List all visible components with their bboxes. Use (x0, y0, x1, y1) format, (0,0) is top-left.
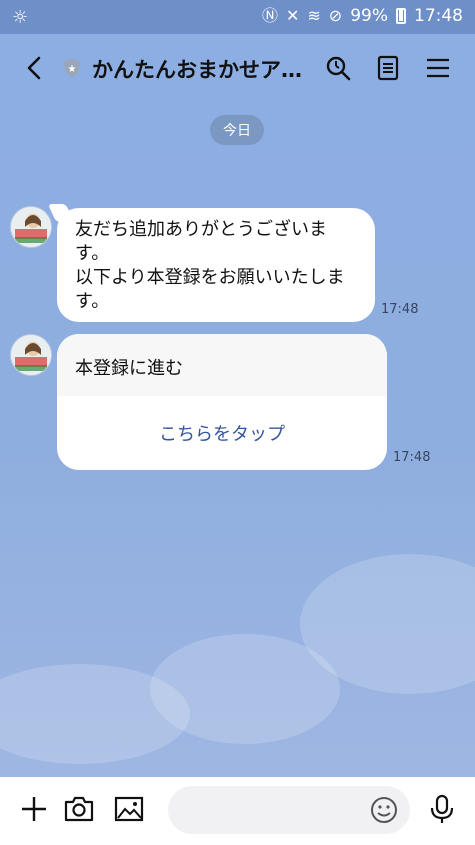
message-input[interactable] (168, 786, 410, 834)
message-time: 17:48 (393, 450, 431, 465)
notes-button[interactable] (372, 52, 404, 84)
status-bar: ☼ Ⓝ ✕ ≋ ⊘ 99% 17:48 (0, 0, 475, 34)
microphone-button[interactable] (424, 791, 460, 827)
do-not-disturb-icon: ⊘ (328, 6, 343, 25)
chat-title: かんたんおまかせア… (92, 58, 302, 82)
avatar-image (11, 335, 51, 375)
emoji-smile-icon (371, 797, 397, 823)
avatar[interactable] (10, 334, 52, 376)
photo-button[interactable] (111, 791, 147, 827)
shield-star-icon: ★ (62, 58, 82, 78)
menu-button[interactable] (422, 52, 454, 84)
chevron-left-icon (27, 56, 41, 80)
camera-icon (64, 796, 94, 822)
avatar[interactable] (10, 206, 52, 248)
clock: 17:48 (414, 6, 463, 26)
hamburger-menu-icon (427, 58, 449, 78)
camera-button[interactable] (61, 791, 97, 827)
svg-text:★: ★ (68, 64, 77, 75)
brightness-icon: ☼ (12, 7, 29, 28)
search-icon (326, 56, 351, 81)
chat-header: ★ かんたんおまかせア… (0, 34, 475, 102)
card-title-area: 本登録に進む (57, 334, 387, 396)
notes-icon (377, 55, 399, 81)
image-icon (114, 796, 144, 822)
nfc-icon: Ⓝ (261, 6, 278, 25)
search-button[interactable] (322, 52, 354, 84)
chat-area[interactable]: ★ かんたんおまかせア… 今日 友だち追加ありがとうございま す。 以下より本登… (0, 34, 475, 777)
emoji-button[interactable] (368, 794, 400, 826)
message-time: 17:48 (381, 302, 419, 317)
template-card: 本登録に進む こちらをタップ (57, 334, 387, 470)
avatar-image (11, 207, 51, 247)
message-text: 友だち追加ありがとうございま す。 以下より本登録をお願いいたしま す。 (75, 219, 345, 312)
message-bubble[interactable]: 友だち追加ありがとうございま す。 以下より本登録をお願いいたしま す。 (57, 208, 375, 322)
date-separator: 今日 (210, 115, 264, 145)
input-bar (0, 777, 475, 845)
battery-icon (396, 8, 406, 24)
microphone-icon (430, 794, 454, 823)
card-action-button[interactable]: こちらをタップ (57, 396, 387, 470)
wifi-icon: ≋ (307, 6, 321, 25)
add-button[interactable] (16, 791, 52, 827)
battery-percent: 99% (350, 6, 388, 26)
plus-icon (22, 797, 46, 821)
back-button[interactable] (22, 54, 48, 82)
mute-icon: ✕ (285, 6, 300, 25)
card-title: 本登録に進む (75, 358, 183, 379)
